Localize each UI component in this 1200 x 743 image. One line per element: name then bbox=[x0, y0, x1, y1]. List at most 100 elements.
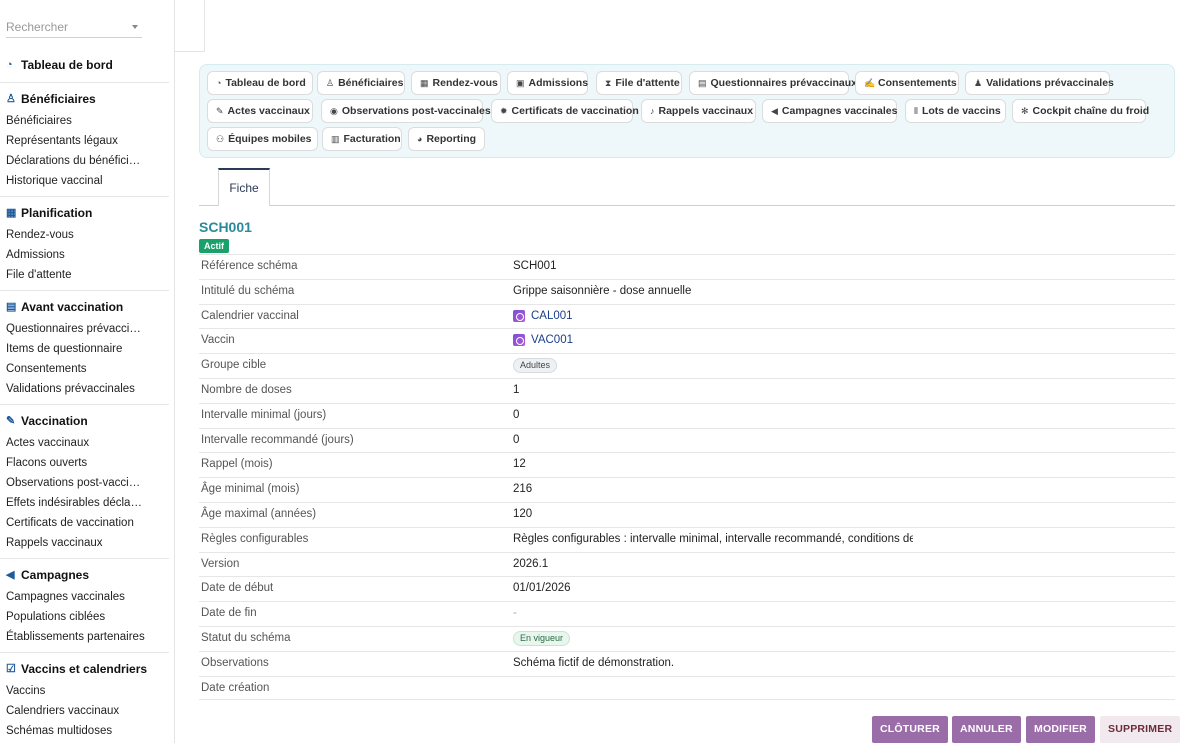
sidebar-item[interactable]: Bénéficiaires bbox=[0, 111, 145, 131]
sidebar-section-title: Campagnes bbox=[21, 568, 90, 582]
field-label: Âge maximal (années) bbox=[201, 507, 317, 520]
nav-pill[interactable]: ▥ Facturation bbox=[322, 127, 402, 151]
sidebar-section-title: Avant vaccination bbox=[21, 300, 124, 314]
sidebar-section-header[interactable]: ✎ Vaccination bbox=[0, 412, 169, 430]
field-row: Intitulé du schéma Grippe saisonnière - d… bbox=[199, 278, 1175, 304]
sidebar-item[interactable]: Certificats de vaccination bbox=[0, 513, 145, 533]
calendar-icon: ▦ bbox=[6, 207, 17, 219]
field-row: Date de fin - bbox=[199, 601, 1175, 626]
nav-pill[interactable]: ✹ Certificats de vaccination bbox=[491, 99, 639, 123]
sidebar-divider bbox=[0, 404, 169, 405]
field-row: Règles configurables Règles configurables… bbox=[199, 526, 1175, 552]
sidebar-item[interactable]: Schémas multidoses bbox=[0, 721, 145, 741]
chevron-down-icon[interactable] bbox=[132, 25, 138, 29]
sidebar-item[interactable]: Questionnaires prévaccin… bbox=[0, 319, 145, 339]
sidebar-item[interactable]: Vaccins bbox=[0, 681, 145, 701]
field-row: Référence schéma SCH001 bbox=[199, 254, 1175, 279]
nav-pill[interactable]: ◉ Observations post-vaccinales bbox=[321, 99, 491, 123]
sidebar-item[interactable]: Campagnes vaccinales bbox=[0, 587, 145, 607]
sidebar-item[interactable]: Rappels vaccinaux bbox=[0, 533, 145, 553]
sidebar-section-header[interactable]: ☑ Vaccins et calendriers bbox=[0, 660, 169, 678]
sidebar-section-header[interactable]: ▤ Avant vaccination bbox=[0, 298, 169, 316]
field-row: Date de début 01/01/2026 bbox=[199, 576, 1175, 601]
field-label: Date de début bbox=[201, 582, 274, 595]
sidebar-item[interactable]: File d'attente bbox=[0, 265, 145, 285]
nav-pill-label: Tableau de bord bbox=[225, 77, 306, 89]
field-row: Calendrier vaccinal CAL001 bbox=[199, 303, 1175, 329]
nav-pill[interactable]: ♪ Rappels vaccinaux bbox=[641, 99, 756, 123]
field-value[interactable]: VAC001 bbox=[513, 334, 573, 347]
sidebar-item[interactable]: Déclarations du bénéficia… bbox=[0, 151, 145, 171]
nav-pill[interactable]: ◀ Campagnes vaccinales bbox=[762, 99, 897, 123]
field-row: Groupe cible Adultes bbox=[199, 353, 1175, 378]
sidebar-item[interactable]: Consentements bbox=[0, 359, 145, 379]
nav-pill[interactable]: ♟ Validations prévaccinales bbox=[965, 71, 1114, 95]
vaccine-record-icon bbox=[513, 309, 525, 322]
nav-pill-label: Campagnes vaccinales bbox=[781, 105, 898, 117]
sidebar-section: ▦ Planification Rendez-vous Admissions File … bbox=[0, 204, 169, 285]
snowflake-icon: ✻ bbox=[1021, 105, 1029, 116]
nav-pill[interactable]: ◔ Tableau de bord bbox=[207, 71, 313, 95]
sidebar-item[interactable]: Représentants légaux bbox=[0, 131, 145, 151]
nav-pill[interactable]: ⦀ Lots de vaccins bbox=[905, 99, 1006, 123]
field-row: Date création bbox=[199, 675, 1175, 701]
field-value: Règles configurables : intervalle minima… bbox=[513, 532, 913, 545]
nav-pill[interactable]: ◕ Reporting bbox=[408, 127, 485, 151]
nav-pill[interactable]: ✍ Consentements bbox=[855, 71, 959, 95]
field-value: 0 bbox=[513, 433, 520, 446]
field-link-text[interactable]: CAL001 bbox=[531, 310, 573, 322]
nav-pill-label: Questionnaires prévaccinaux bbox=[710, 77, 857, 89]
nav-pill[interactable]: ✎ Actes vaccinaux bbox=[207, 99, 313, 123]
modifier-button[interactable]: MODIFIER bbox=[1026, 716, 1095, 743]
sidebar-item[interactable]: Validations prévaccinales bbox=[0, 379, 145, 399]
sidebar-item[interactable]: Items de questionnaire bbox=[0, 339, 145, 359]
sidebar-section: ☑ Vaccins et calendriers Vaccins Calendrier… bbox=[0, 660, 169, 741]
user-check-icon: ♟ bbox=[974, 77, 983, 88]
sidebar-item[interactable]: Admissions bbox=[0, 245, 145, 265]
nav-pill[interactable]: ⚇ Équipes mobiles bbox=[207, 127, 318, 151]
field-value[interactable]: CAL001 bbox=[513, 309, 573, 322]
search-select[interactable]: Rechercher bbox=[6, 18, 142, 38]
field-label: Date création bbox=[201, 681, 270, 694]
sidebar-section-header[interactable]: ◔ Tableau de bord bbox=[0, 56, 169, 74]
sidebar-section-header[interactable]: ◀ Campagnes bbox=[0, 566, 169, 584]
calendar-icon: ▦ bbox=[420, 77, 429, 88]
pie-chart-icon: ◕ bbox=[417, 134, 423, 144]
nav-pill[interactable]: ✻ Cockpit chaîne du froid bbox=[1012, 99, 1149, 123]
sidebar-item[interactable]: Flacons ouverts bbox=[0, 453, 145, 473]
nav-pill[interactable]: ▣ Admissions bbox=[507, 71, 588, 95]
supprimer-button[interactable]: SUPPRIMER bbox=[1100, 716, 1181, 743]
cloturer-button[interactable]: CLÔTURER bbox=[872, 716, 948, 743]
checklist-icon: ☑ bbox=[6, 663, 16, 675]
vaccine-record-icon bbox=[513, 334, 525, 347]
sidebar-item[interactable]: Observations post-vaccin… bbox=[0, 473, 145, 493]
annuler-button[interactable]: ANNULER bbox=[952, 716, 1021, 743]
sidebar-section-header[interactable]: ♙ Bénéficiaires bbox=[0, 90, 169, 108]
clipboard-check-icon: ▣ bbox=[516, 77, 525, 88]
sidebar-item[interactable]: Historique vaccinal bbox=[0, 171, 145, 191]
module-nav-panel: ◔ Tableau de bord ♙ Bénéficiaires ▦ Rendez-vo… bbox=[199, 64, 1175, 158]
sidebar-section-title: Planification bbox=[21, 206, 93, 220]
sidebar-section: ♙ Bénéficiaires Bénéficiaires Représentants… bbox=[0, 90, 169, 191]
tab-fiche[interactable]: Fiche bbox=[218, 168, 270, 206]
nav-pill[interactable]: ▤ Questionnaires prévaccinaux bbox=[689, 71, 857, 95]
sidebar-item[interactable]: Effets indésirables déclarés bbox=[0, 493, 145, 513]
nav-pill-label: Validations prévaccinales bbox=[986, 77, 1114, 89]
nav-pill[interactable]: ♙ Bénéficiaires bbox=[317, 71, 405, 95]
field-row: Âge maximal (années) 120 bbox=[199, 501, 1175, 527]
sidebar-divider bbox=[0, 82, 169, 83]
field-value: 2026.1 bbox=[513, 557, 549, 570]
syringe-icon: ✎ bbox=[6, 415, 16, 427]
sidebar-item[interactable]: Populations ciblées bbox=[0, 607, 145, 627]
sidebar-section-header[interactable]: ▦ Planification bbox=[0, 204, 169, 222]
field-tag: Adultes bbox=[513, 358, 558, 374]
nav-pill[interactable]: ⧗ File d'attente bbox=[596, 71, 682, 95]
field-label: Âge minimal (mois) bbox=[201, 483, 300, 496]
sidebar-item[interactable]: Rendez-vous bbox=[0, 225, 145, 245]
sidebar-item[interactable]: Établissements partenaires bbox=[0, 627, 145, 647]
sidebar-item[interactable]: Calendriers vaccinaux bbox=[0, 701, 145, 721]
field-value: 120 bbox=[513, 507, 533, 520]
nav-pill[interactable]: ▦ Rendez-vous bbox=[411, 71, 501, 95]
field-link-text[interactable]: VAC001 bbox=[531, 334, 573, 346]
sidebar-item[interactable]: Actes vaccinaux bbox=[0, 433, 145, 453]
